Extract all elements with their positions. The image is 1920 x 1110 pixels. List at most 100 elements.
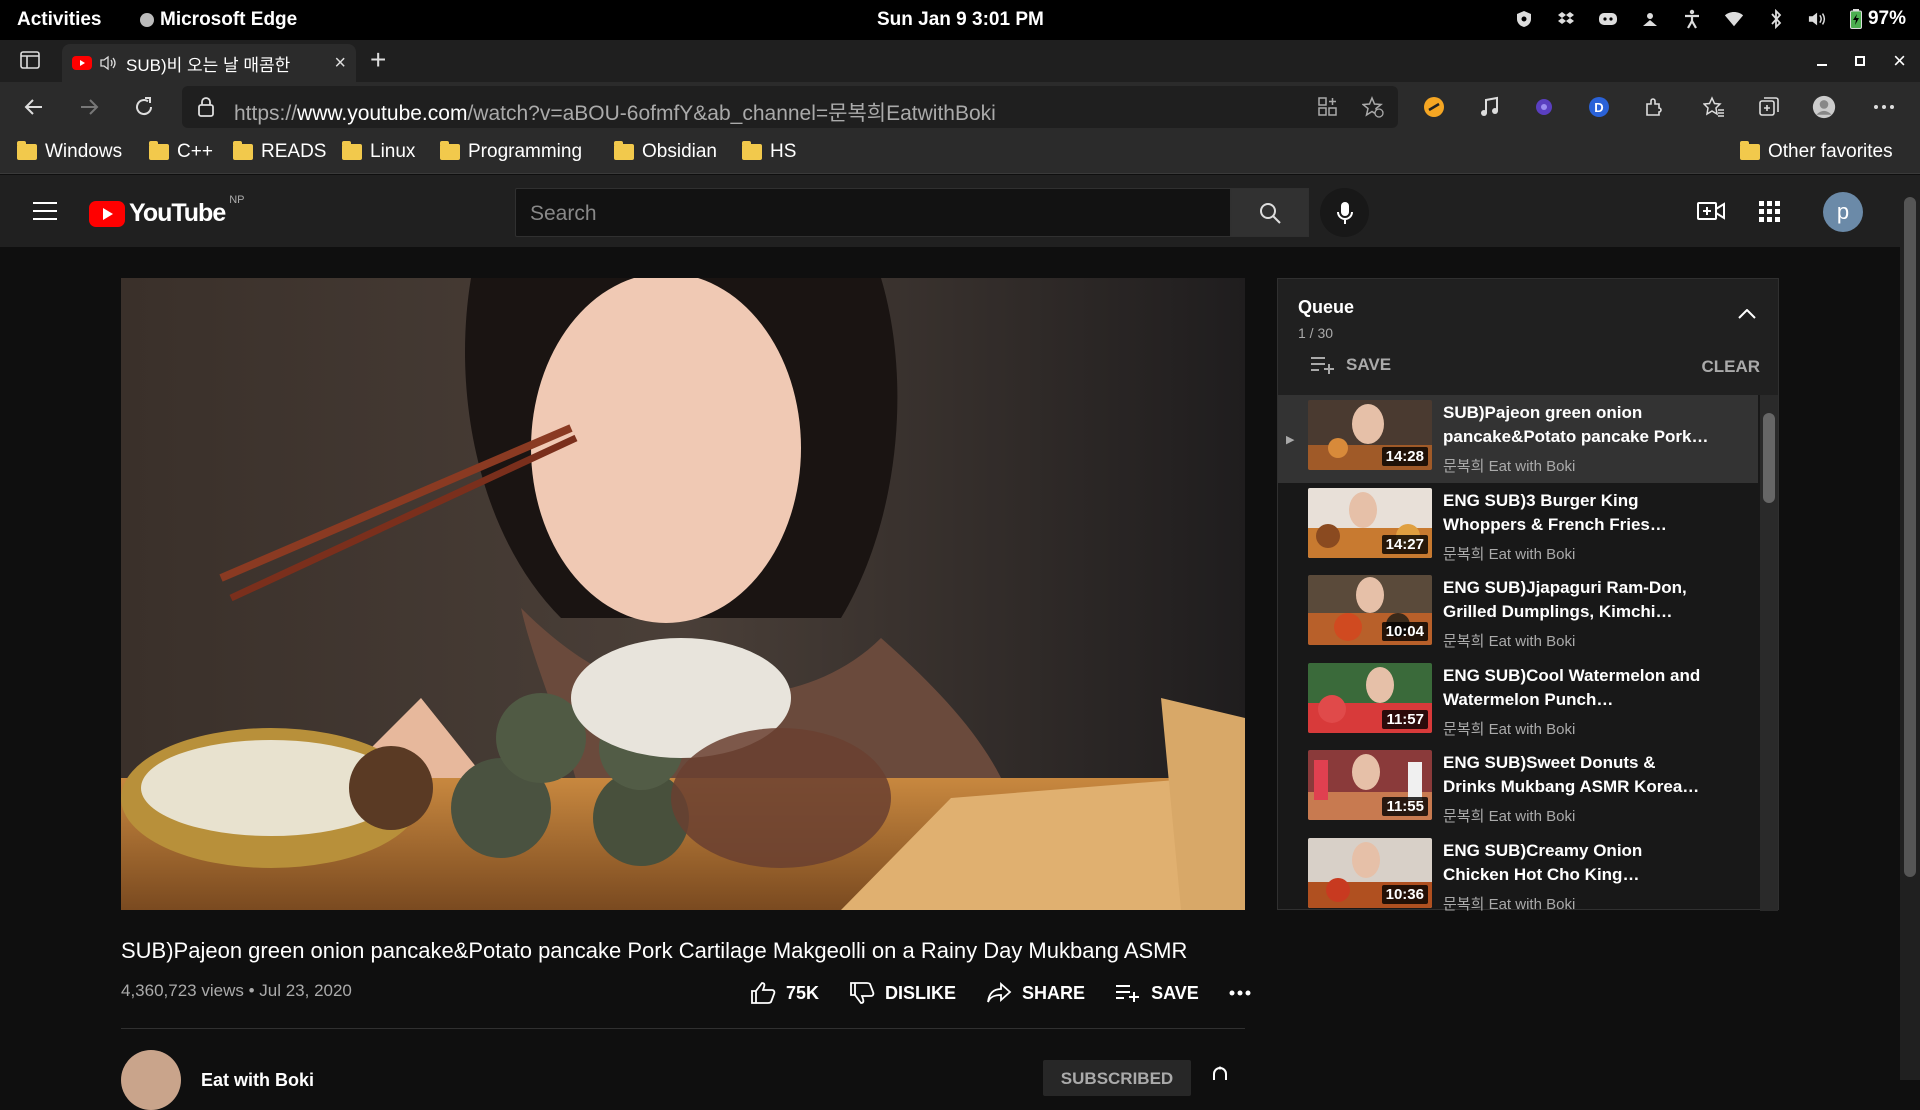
queue-clear-button[interactable]: CLEAR [1701, 357, 1760, 377]
queue-item[interactable]: 10:04 ENG SUB)Jjapaguri Ram-Don, Grilled… [1278, 570, 1758, 658]
create-video-icon[interactable] [1697, 199, 1725, 223]
tab-actions-icon[interactable] [20, 50, 40, 70]
dislike-label: DISLIKE [885, 982, 957, 1003]
system-tray: 97% [1514, 8, 1906, 30]
accessibility-icon[interactable] [1682, 9, 1702, 29]
youtube-logo[interactable]: YouTube NP [89, 194, 245, 228]
more-horizontal-icon [1229, 990, 1251, 996]
extension-music-icon[interactable] [1477, 95, 1501, 119]
collections-icon[interactable] [1757, 95, 1781, 119]
dislike-button[interactable]: DISLIKE [849, 981, 956, 1005]
close-tab-icon[interactable]: × [334, 52, 346, 75]
folder-icon [614, 141, 634, 160]
queue-title: Queue [1298, 297, 1355, 317]
video-thumbnail[interactable]: 10:04 [1308, 575, 1432, 645]
audio-playing-icon[interactable] [100, 55, 118, 71]
queue-item[interactable]: 11:57 ENG SUB)Cool Watermelon and Waterm… [1278, 658, 1758, 746]
extensions-icon[interactable] [1642, 95, 1666, 119]
address-bar[interactable]: https://www.youtube.com/watch?v=aBOU-6of… [182, 86, 1398, 128]
tab-strip: SUB)비 오는 날 매콤한 × + × [0, 40, 1920, 82]
channel-name[interactable]: Eat with Boki [201, 1070, 314, 1091]
queue-item[interactable]: 10:36 ENG SUB)Creamy Onion Chicken Hot C… [1278, 833, 1758, 911]
favorite-folder-windows[interactable]: Windows [17, 141, 122, 163]
activities-button[interactable]: Activities [17, 9, 101, 31]
extension-honey-icon[interactable] [1422, 95, 1446, 119]
video-thumbnail[interactable]: 14:28 [1308, 400, 1432, 470]
favorites-icon[interactable] [1702, 95, 1726, 119]
queue-scrollbar[interactable] [1760, 395, 1778, 911]
profile-icon[interactable] [1812, 95, 1836, 119]
clock[interactable]: Sun Jan 9 3:01 PM [877, 9, 1044, 31]
folder-icon [440, 141, 460, 160]
video-player[interactable] [121, 278, 1245, 910]
app-available-icon[interactable] [1317, 96, 1339, 118]
folder-icon [149, 141, 169, 160]
url-text: https://www.youtube.com/watch?v=aBOU-6of… [234, 102, 996, 125]
forward-icon[interactable] [77, 95, 101, 119]
like-button[interactable]: 75K [750, 981, 819, 1005]
lock-icon[interactable] [198, 97, 214, 117]
volume-icon[interactable] [1808, 9, 1828, 29]
app-menu[interactable]: Microsoft Edge [140, 9, 297, 31]
battery-indicator[interactable]: 97% [1849, 8, 1906, 30]
extension-d-icon[interactable]: D [1587, 95, 1611, 119]
video-title: SUB)Pajeon green onion pancake&Potato pa… [121, 938, 1188, 963]
favorite-folder-programming[interactable]: Programming [440, 141, 582, 163]
apps-grid-icon[interactable] [1759, 201, 1781, 223]
page-scrollbar-thumb[interactable] [1904, 197, 1916, 877]
new-tab-icon[interactable]: + [370, 44, 386, 76]
search-button[interactable] [1231, 188, 1309, 237]
system-top-bar: Activities Microsoft Edge Sun Jan 9 3:01… [0, 0, 1920, 40]
other-favorites[interactable]: Other favorites [1740, 141, 1893, 163]
favorite-folder-hs[interactable]: HS [742, 141, 796, 163]
account-avatar[interactable]: p [1823, 192, 1863, 232]
more-actions-button[interactable] [1229, 990, 1251, 996]
user-icon[interactable] [1640, 9, 1660, 29]
dropbox-icon[interactable] [1556, 9, 1576, 29]
favorite-folder-obsidian[interactable]: Obsidian [614, 141, 717, 163]
video-thumbnail[interactable]: 10:36 [1308, 837, 1432, 908]
wifi-icon[interactable] [1724, 9, 1744, 29]
queue-item-channel: 문복희 Eat with Boki [1443, 633, 1576, 650]
save-video-button[interactable]: SAVE [1115, 983, 1199, 1004]
video-thumbnail[interactable]: 11:57 [1308, 662, 1432, 733]
add-favorite-icon[interactable] [1362, 96, 1384, 118]
thumbs-up-icon [751, 982, 776, 1004]
favorite-folder-cpp[interactable]: C++ [149, 141, 213, 163]
queue-scrollbar-thumb[interactable] [1763, 413, 1775, 503]
queue-save-button[interactable]: SAVE [1310, 355, 1391, 375]
search-input[interactable]: Search [515, 188, 1231, 237]
extension-purple-icon[interactable] [1532, 95, 1556, 119]
now-playing-icon: ▶ [1286, 434, 1295, 446]
share-button[interactable]: SHARE [986, 982, 1085, 1004]
discord-icon[interactable] [1598, 9, 1618, 29]
share-label: SHARE [1022, 982, 1086, 1003]
favorite-folder-reads[interactable]: READS [233, 141, 326, 163]
more-icon[interactable] [1872, 95, 1896, 119]
navigation-bar: https://www.youtube.com/watch?v=aBOU-6of… [0, 82, 1920, 132]
shield-icon[interactable] [1514, 9, 1534, 29]
refresh-icon[interactable] [132, 95, 156, 119]
chevron-up-icon[interactable] [1738, 309, 1756, 319]
like-count: 75K [786, 982, 820, 1003]
video-thumbnail[interactable]: 11:55 [1308, 750, 1432, 820]
notification-bell-icon[interactable] [1210, 1066, 1230, 1080]
channel-avatar[interactable] [121, 1050, 181, 1110]
queue-item[interactable]: 14:27 ENG SUB)3 Burger King Whoppers & F… [1278, 483, 1758, 571]
subscribed-button[interactable]: SUBSCRIBED [1043, 1060, 1191, 1096]
bluetooth-icon[interactable] [1766, 9, 1786, 29]
video-thumbnail[interactable]: 14:27 [1308, 487, 1432, 558]
minimize-icon[interactable] [1817, 64, 1828, 66]
voice-search-button[interactable] [1320, 188, 1369, 237]
battery-percent: 97% [1867, 8, 1906, 29]
maximize-icon[interactable] [1855, 56, 1866, 66]
queue-count: 1 / 30 [1298, 325, 1334, 341]
tab-youtube[interactable]: SUB)비 오는 날 매콤한 × [62, 44, 356, 82]
back-icon[interactable] [22, 95, 46, 119]
favorite-folder-linux[interactable]: Linux [342, 141, 415, 163]
menu-icon[interactable] [33, 202, 57, 220]
close-window-icon[interactable]: × [1893, 50, 1906, 72]
queue-item[interactable]: 11:55 ENG SUB)Sweet Donuts & Drinks Mukb… [1278, 745, 1758, 833]
page-scrollbar[interactable] [1900, 175, 1920, 1080]
queue-item[interactable]: ▶ 14:28 SUB)Pajeon green onion pancake&P… [1278, 395, 1758, 483]
